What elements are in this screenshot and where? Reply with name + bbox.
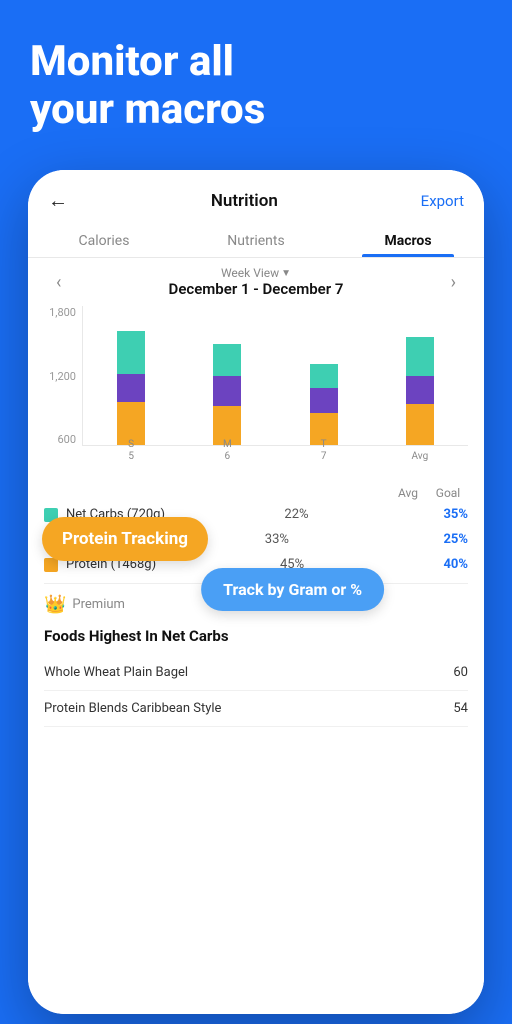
legend-avg-0: 22% [277,507,317,522]
week-selector: ‹ Week View ▼ December 1 - December 7 › [28,258,484,302]
food-row-1: Protein Blends Caribbean Style 54 [44,691,468,727]
fat-segment-1 [213,376,241,406]
headline-line2: your macros [30,86,482,134]
legend-goal-1: 25% [428,532,468,547]
carb-segment-0 [117,331,145,374]
y-label-1800: 1,800 [49,306,76,319]
bar-group-0: S5 [115,306,147,445]
bar-group-3: Avg [404,306,436,445]
y-label-1200: 1,200 [49,370,76,383]
food-name-1: Protein Blends Caribbean Style [44,701,221,716]
food-name-0: Whole Wheat Plain Bagel [44,665,188,680]
foods-section: Foods Highest In Net Carbs Whole Wheat P… [28,621,484,1014]
headline-line1: Monitor all [30,38,482,86]
food-row-0: Whole Wheat Plain Bagel 60 [44,655,468,691]
bar-label-0: S5 [128,439,134,463]
food-value-0: 60 [453,665,468,680]
fat-segment-2 [310,388,338,413]
bars-area: S5 M6 T7 Avg [82,306,468,446]
phone-mockup: ← Nutrition Export Calories Nutrients Ma… [28,170,484,1014]
chart-area: 1,800 1,200 600 S5 M6 T7 Avg [28,302,484,474]
headline: Monitor all your macros [0,0,512,155]
food-value-1: 54 [453,701,468,716]
foods-title: Foods Highest In Net Carbs [44,627,468,645]
protein-segment-3 [406,404,434,445]
bar-chart: 1,800 1,200 600 S5 M6 T7 Avg [44,306,468,466]
track-by-gram-callout: Track by Gram or % [201,568,384,611]
prev-week-button[interactable]: ‹ [44,272,73,293]
dropdown-chevron-icon: ▼ [281,268,291,279]
premium-label: Premium [72,597,125,612]
fat-segment-0 [117,374,145,402]
nav-title: Nutrition [211,191,278,211]
protein-tracking-callout: Protein Tracking [42,517,208,561]
bar-label-3: Avg [412,451,429,463]
next-week-button[interactable]: › [439,272,468,293]
bar-label-2: T7 [321,439,327,463]
tab-macros[interactable]: Macros [332,223,484,257]
legend-avg-header: Avg [388,486,428,500]
bar-stack-1 [213,344,241,445]
bar-stack-0 [117,331,145,445]
phone-inner: ← Nutrition Export Calories Nutrients Ma… [28,170,484,1014]
premium-crown-icon: 👑 [44,594,66,615]
legend-goal-header: Goal [428,486,468,500]
tab-calories[interactable]: Calories [28,223,180,257]
legend-header: Avg Goal [44,484,468,502]
food-rows: Whole Wheat Plain Bagel 60 Protein Blend… [44,655,468,727]
tab-bar: Calories Nutrients Macros [28,223,484,258]
week-view-dropdown[interactable]: Week View ▼ [221,266,291,280]
export-button[interactable]: Export [421,192,464,210]
y-axis-labels: 1,800 1,200 600 [44,306,82,446]
bar-stack-2 [310,364,338,445]
legend-avg-1: 33% [257,532,297,547]
carb-segment-3 [406,337,434,376]
week-date-range: December 1 - December 7 [169,280,344,298]
legend-goal-0: 35% [428,507,468,522]
bar-stack-3 [406,337,434,445]
fat-segment-3 [406,376,434,404]
legend-goal-2: 40% [428,557,468,572]
bar-group-1: M6 [211,306,243,445]
y-label-600: 600 [57,433,76,446]
bar-label-1: M6 [223,439,232,463]
carb-segment-1 [213,344,241,376]
back-button[interactable]: ← [48,188,68,213]
nav-header: ← Nutrition Export [28,170,484,223]
chart-callouts-area: Carb Tracking Fat Tracking 1,800 1,200 6… [28,302,484,621]
carb-segment-2 [310,364,338,388]
bar-group-2: T7 [308,306,340,445]
tab-nutrients[interactable]: Nutrients [180,223,332,257]
